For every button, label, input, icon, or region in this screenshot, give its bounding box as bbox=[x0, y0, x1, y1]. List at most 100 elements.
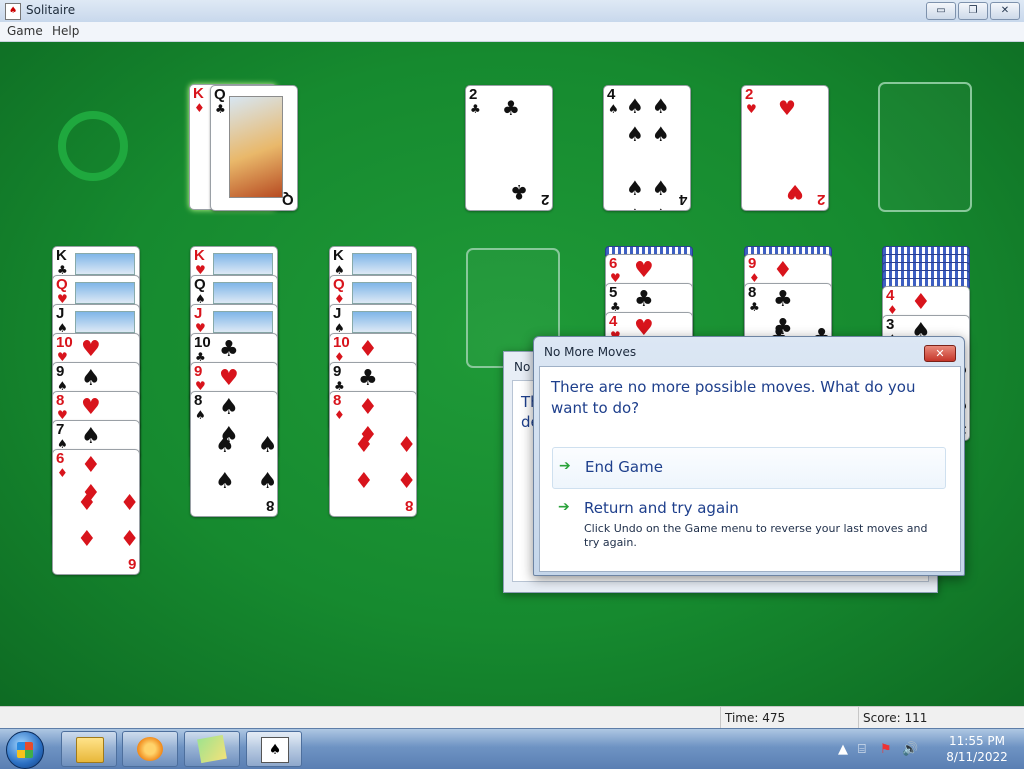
close-window-button[interactable]: ✕ bbox=[990, 2, 1020, 20]
system-tray: ▲ ⌸ ⚑ 🔊 11:55 PM 8/11/2022 bbox=[830, 729, 1020, 769]
card-rank: 9 bbox=[194, 363, 203, 380]
card-rank: J bbox=[194, 305, 203, 322]
face-card-picture bbox=[75, 253, 135, 275]
title-bar: ♠ Solitaire ▭ ❐ ✕ bbox=[0, 0, 1024, 23]
card-suit-icon: ♦ bbox=[194, 101, 205, 115]
card-rank-bottom: 8 bbox=[404, 497, 413, 514]
queen-face-picture bbox=[229, 96, 283, 198]
card-rank: 10 bbox=[56, 334, 73, 351]
taskbar-solitaire-alt[interactable] bbox=[184, 731, 240, 767]
taskbar-explorer[interactable] bbox=[61, 731, 117, 767]
card-rank-bottom: 8 bbox=[265, 497, 274, 514]
stock-redeal-icon[interactable] bbox=[58, 111, 128, 181]
card-suit-icon: ♠ bbox=[195, 408, 206, 422]
cards-icon bbox=[197, 734, 227, 764]
tableau-card[interactable]: 8♦♦ ♦♦ ♦ ♦ ♦8 bbox=[329, 391, 417, 517]
pip-icon: ♥ bbox=[778, 180, 804, 204]
action-center-flag-icon[interactable]: ⚑ bbox=[880, 742, 892, 757]
dialog-close-button[interactable]: ✕ bbox=[924, 345, 956, 362]
pip-icon: ♦ ♦ ♦ ♦ bbox=[77, 491, 139, 552]
card-rank: 4 bbox=[609, 313, 618, 330]
face-card-picture bbox=[213, 253, 273, 275]
menu-help[interactable]: Help bbox=[52, 24, 79, 38]
time-display: Time: 475 bbox=[720, 707, 857, 729]
foundation-3[interactable]: 2 ♥ ♥ ♥ 2 bbox=[741, 85, 829, 211]
status-bar: Time: 475 Score: 111 bbox=[0, 706, 1024, 729]
network-icon[interactable]: ⌸ bbox=[858, 742, 866, 757]
volume-icon[interactable]: 🔊 bbox=[902, 742, 918, 757]
return-try-again-option[interactable]: ➔ Return and try again Click Undo on the… bbox=[552, 491, 946, 551]
card-rank: 7 bbox=[56, 421, 65, 438]
card-rank: 8 bbox=[748, 284, 757, 301]
taskbar: ♠ ▲ ⌸ ⚑ 🔊 11:55 PM 8/11/2022 bbox=[0, 728, 1024, 769]
card-rank: 3 bbox=[886, 316, 895, 333]
face-card-picture bbox=[352, 282, 412, 304]
pip-icon: ♠ ♠ ♠ ♠ bbox=[215, 433, 277, 494]
card-rank: 8 bbox=[333, 392, 342, 409]
card-rank: K bbox=[193, 85, 204, 102]
card-suit-icon: ♦ bbox=[334, 408, 345, 422]
card-rank: 10 bbox=[194, 334, 211, 351]
card-suit-icon: ♠ bbox=[608, 102, 619, 116]
clock-date: 8/11/2022 bbox=[946, 750, 1008, 764]
dialog-message: There are no more possible moves. What d… bbox=[551, 378, 916, 417]
card-suit-icon: ♥ bbox=[746, 102, 757, 116]
waste-top-card[interactable]: Q ♣ Q bbox=[210, 85, 298, 211]
folder-icon bbox=[76, 737, 104, 763]
green-arrow-icon: ➔ bbox=[558, 499, 570, 515]
card-rank: K bbox=[333, 247, 344, 264]
green-arrow-icon: ➔ bbox=[559, 458, 571, 474]
pip-icon: ♠♠ ♠♠ bbox=[626, 94, 678, 146]
face-card-picture bbox=[213, 311, 273, 333]
face-card-picture bbox=[213, 282, 273, 304]
pip-icon: ♦ ♦ ♦ ♦ bbox=[354, 433, 416, 494]
card-rank: 8 bbox=[56, 392, 65, 409]
face-card-picture bbox=[352, 311, 412, 333]
solitaire-app-icon: ♠ bbox=[5, 3, 21, 20]
foundation-1[interactable]: 2 ♣ ♣ ♣ 2 bbox=[465, 85, 553, 211]
tableau-card[interactable]: 6♦♦ ♦♦ ♦ ♦ ♦6 bbox=[52, 449, 140, 575]
pip-icon: ♥ bbox=[778, 96, 804, 120]
card-rank: 5 bbox=[609, 284, 618, 301]
pip-icon: ♣ bbox=[502, 96, 528, 120]
card-rank: J bbox=[56, 305, 65, 322]
card-rank: K bbox=[194, 247, 205, 264]
clock-time: 11:55 PM bbox=[949, 734, 1005, 748]
card-rank-bottom: 6 bbox=[127, 555, 136, 572]
start-button[interactable] bbox=[6, 731, 44, 769]
card-rank: 6 bbox=[56, 450, 65, 467]
maximize-button[interactable]: ❐ bbox=[958, 2, 988, 20]
taskbar-solitaire[interactable]: ♠ bbox=[246, 731, 302, 767]
foundation-2[interactable]: 4 ♠ ♠♠ ♠♠ ♠♠ ♠♠ 4 bbox=[603, 85, 691, 211]
solitaire-card-icon: ♠ bbox=[261, 737, 289, 763]
show-hidden-icons-icon[interactable]: ▲ bbox=[838, 742, 848, 757]
pip-icon: ♣ bbox=[502, 180, 528, 204]
window-controls: ▭ ❐ ✕ bbox=[926, 2, 1020, 20]
card-suit-icon: ♣ bbox=[749, 300, 760, 314]
card-rank: Q bbox=[56, 276, 68, 293]
end-game-option[interactable]: ➔ End Game bbox=[552, 447, 946, 489]
taskbar-media-player[interactable] bbox=[122, 731, 178, 767]
menu-game[interactable]: Game bbox=[7, 24, 43, 38]
card-suit-icon: ♣ bbox=[470, 102, 481, 116]
card-rank: J bbox=[333, 305, 342, 322]
card-rank: 6 bbox=[609, 255, 618, 272]
media-player-icon bbox=[137, 737, 163, 761]
dialog-body: There are no more possible moves. What d… bbox=[539, 366, 961, 572]
clock[interactable]: 11:55 PM 8/11/2022 bbox=[942, 733, 1012, 765]
option-label: Return and try again bbox=[584, 499, 739, 517]
face-card-picture bbox=[352, 253, 412, 275]
card-rank: 10 bbox=[333, 334, 350, 351]
minimize-button[interactable]: ▭ bbox=[926, 2, 956, 20]
tableau-card[interactable]: 8♠♠ ♠♠ ♠ ♠ ♠8 bbox=[190, 391, 278, 517]
card-rank: K bbox=[56, 247, 67, 264]
card-rank: Q bbox=[214, 86, 226, 103]
foundation-4-empty[interactable] bbox=[878, 82, 972, 212]
window-title: Solitaire bbox=[26, 3, 76, 17]
menu-bar: Game Help bbox=[0, 22, 1024, 42]
card-rank-bottom: 2 bbox=[540, 191, 549, 208]
card-suit-icon: ♣ bbox=[215, 102, 226, 116]
card-rank: 2 bbox=[469, 86, 478, 103]
card-rank-bottom: Q bbox=[282, 191, 294, 208]
dialog-title: No More Moves bbox=[544, 345, 637, 359]
